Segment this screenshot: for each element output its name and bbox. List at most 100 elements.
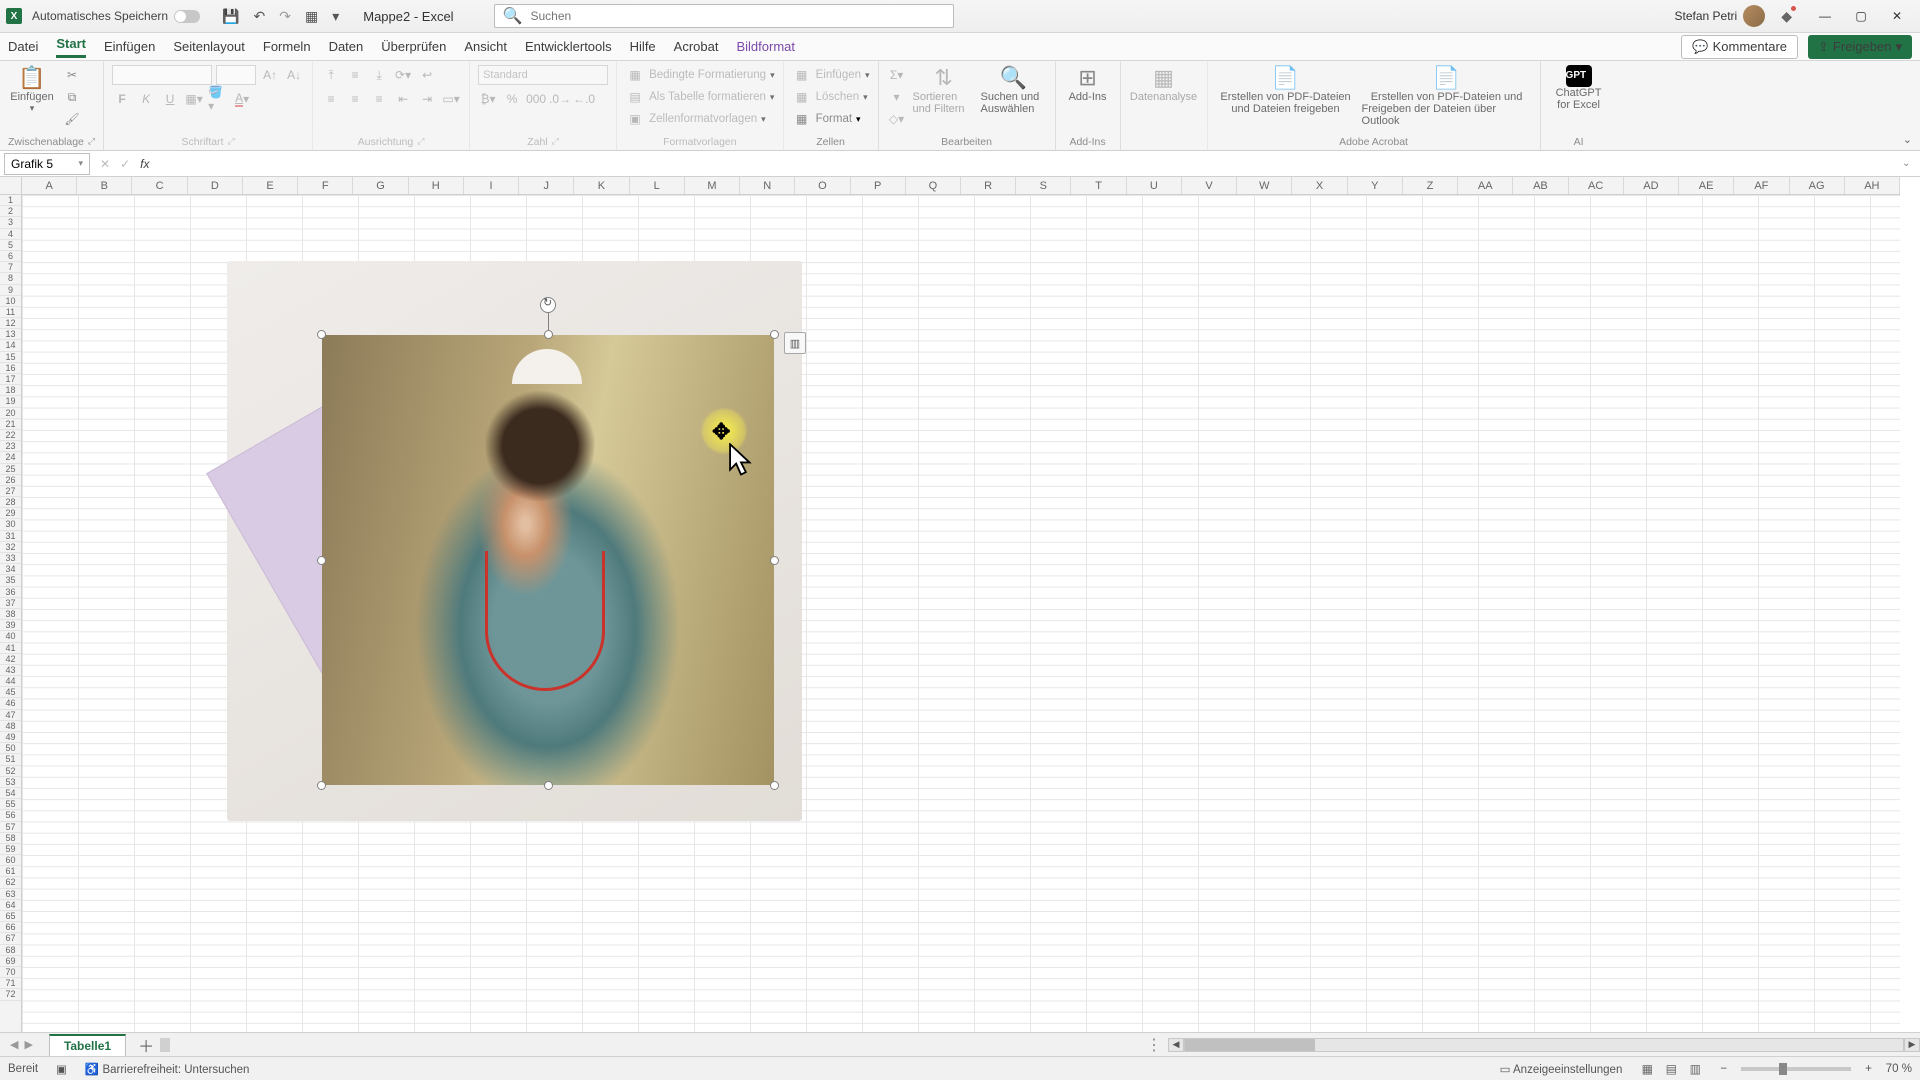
row-header[interactable]: 3 [0, 217, 21, 228]
cancel-icon[interactable]: ✕ [100, 157, 110, 171]
row-header[interactable]: 15 [0, 352, 21, 363]
row-header[interactable]: 52 [0, 766, 21, 777]
paste-button[interactable]: 📋 Einfügen ▾ [8, 65, 56, 114]
premium-diamond-icon[interactable]: ◆ [1781, 8, 1792, 25]
fx-icon[interactable]: fx [140, 157, 149, 171]
close-icon[interactable]: ✕ [1880, 5, 1914, 27]
tab-start[interactable]: Start [56, 36, 86, 58]
currency-icon[interactable]: ₿▾ [478, 89, 498, 109]
view-normal-icon[interactable]: ▦ [1636, 1060, 1658, 1078]
font-color-icon[interactable]: A▾ [232, 89, 252, 109]
formula-expand-icon[interactable]: ⌄ [1902, 158, 1920, 169]
row-header[interactable]: 39 [0, 620, 21, 631]
row-header[interactable]: 31 [0, 531, 21, 542]
column-header[interactable]: N [740, 177, 795, 194]
row-header[interactable]: 46 [0, 698, 21, 709]
column-header[interactable]: AF [1734, 177, 1789, 194]
fill-icon[interactable]: ▾ [887, 87, 907, 107]
add-sheet-button[interactable]: ＋ [136, 1035, 156, 1055]
format-cells-button[interactable]: ▦Format▾ [792, 109, 861, 129]
row-header[interactable]: 72 [0, 989, 21, 1000]
find-select-button[interactable]: 🔍 Suchen und Auswählen [981, 65, 1047, 115]
comments-button[interactable]: 💬 Kommentare [1681, 35, 1798, 59]
column-header[interactable]: G [353, 177, 408, 194]
increase-decimal-icon[interactable]: .0→ [550, 89, 570, 109]
create-pdf-outlook-button[interactable]: 📄 Erstellen von PDF-Dateien und Freigebe… [1362, 65, 1532, 127]
minimize-icon[interactable]: — [1808, 5, 1842, 27]
column-header[interactable]: B [77, 177, 132, 194]
font-name-input[interactable] [112, 65, 212, 85]
row-header[interactable]: 24 [0, 452, 21, 463]
row-header[interactable]: 14 [0, 340, 21, 351]
column-header[interactable]: Z [1403, 177, 1458, 194]
column-header[interactable]: Y [1348, 177, 1403, 194]
row-header[interactable]: 54 [0, 788, 21, 799]
qat-dropdown-icon[interactable]: ▾ [332, 8, 339, 25]
align-top-icon[interactable]: ⤒ [321, 65, 341, 85]
formula-input[interactable] [159, 153, 1902, 175]
sort-filter-button[interactable]: ⇅ Sortieren und Filtern [913, 65, 975, 115]
row-header[interactable]: 51 [0, 754, 21, 765]
autosave-toggle[interactable]: Automatisches Speichern [32, 9, 200, 23]
column-header[interactable]: P [851, 177, 906, 194]
row-header[interactable]: 59 [0, 844, 21, 855]
row-header[interactable]: 6 [0, 251, 21, 262]
column-header[interactable]: AA [1458, 177, 1513, 194]
conditional-formatting-button[interactable]: ▦Bedingte Formatierung▾ [625, 65, 775, 85]
row-header[interactable]: 22 [0, 430, 21, 441]
toggle-switch-icon[interactable] [174, 10, 200, 23]
tab-datei[interactable]: Datei [8, 39, 38, 54]
row-header[interactable]: 57 [0, 822, 21, 833]
row-header[interactable]: 66 [0, 922, 21, 933]
column-header[interactable]: D [188, 177, 243, 194]
zoom-slider[interactable] [1741, 1067, 1851, 1071]
column-header[interactable]: A [22, 177, 77, 194]
row-header[interactable]: 27 [0, 486, 21, 497]
column-header[interactable]: AC [1569, 177, 1624, 194]
dialog-launcher-icon[interactable]: ⤢ [552, 136, 559, 148]
column-header[interactable]: K [574, 177, 629, 194]
row-header[interactable]: 65 [0, 911, 21, 922]
row-header[interactable]: 56 [0, 810, 21, 821]
italic-icon[interactable]: K [136, 89, 156, 109]
row-header[interactable]: 32 [0, 542, 21, 553]
clear-icon[interactable]: ◇▾ [887, 109, 907, 129]
resize-handle-bm[interactable] [544, 781, 553, 790]
row-header[interactable]: 37 [0, 598, 21, 609]
cell-grid[interactable]: ▥ ✥ [22, 195, 1900, 1032]
column-header[interactable]: I [464, 177, 519, 194]
row-header[interactable]: 28 [0, 497, 21, 508]
decrease-decimal-icon[interactable]: ←.0 [574, 89, 594, 109]
column-header[interactable]: X [1292, 177, 1347, 194]
column-header[interactable]: J [519, 177, 574, 194]
accessibility-status[interactable]: ♿ Barrierefreiheit: Untersuchen [85, 1062, 250, 1076]
tab-hilfe[interactable]: Hilfe [630, 39, 656, 54]
row-header[interactable]: 62 [0, 877, 21, 888]
scroll-right-icon[interactable]: ▶ [1904, 1038, 1920, 1052]
row-header[interactable]: 45 [0, 687, 21, 698]
row-header[interactable]: 48 [0, 721, 21, 732]
percent-icon[interactable]: % [502, 89, 522, 109]
selected-picture[interactable]: ▥ ✥ [322, 335, 774, 785]
row-header[interactable]: 26 [0, 475, 21, 486]
column-header[interactable]: F [298, 177, 353, 194]
row-header[interactable]: 60 [0, 855, 21, 866]
redo-icon[interactable]: ↷ [279, 8, 291, 25]
tab-scroll-right-icon[interactable]: ▶ [24, 1038, 32, 1051]
tab-acrobat[interactable]: Acrobat [674, 39, 719, 54]
data-analysis-button[interactable]: ▦ Datenanalyse [1129, 65, 1199, 103]
display-settings-button[interactable]: ▭ Anzeigeeinstellungen [1500, 1062, 1623, 1076]
column-header[interactable]: V [1182, 177, 1237, 194]
row-header[interactable]: 49 [0, 732, 21, 743]
dialog-launcher-icon[interactable]: ⤢ [88, 136, 95, 148]
row-header[interactable]: 53 [0, 777, 21, 788]
row-header[interactable]: 29 [0, 508, 21, 519]
row-header[interactable]: 35 [0, 575, 21, 586]
row-header[interactable]: 34 [0, 564, 21, 575]
indent-decrease-icon[interactable]: ⇤ [393, 89, 413, 109]
row-header[interactable]: 67 [0, 933, 21, 944]
sheet-tab-tabelle1[interactable]: Tabelle1 [49, 1034, 126, 1056]
resize-handle-br[interactable] [770, 781, 779, 790]
row-header[interactable]: 16 [0, 363, 21, 374]
row-header[interactable]: 43 [0, 665, 21, 676]
